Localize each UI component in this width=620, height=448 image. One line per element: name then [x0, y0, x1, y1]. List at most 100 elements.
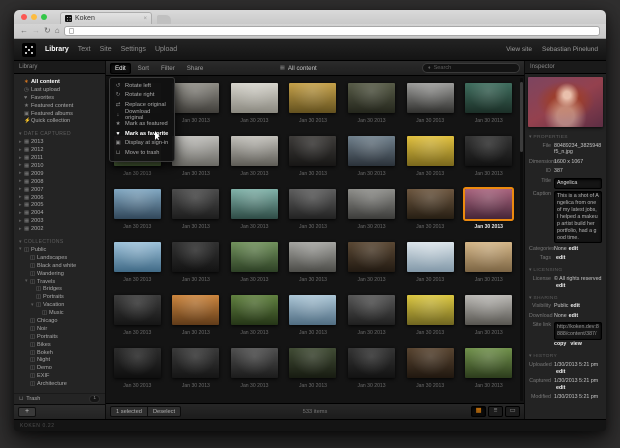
search-input[interactable]: ♦ Search	[422, 63, 520, 73]
photo-thumbnail[interactable]	[348, 295, 395, 325]
sidebar-item-portraits[interactable]: ◫Portraits	[14, 333, 105, 341]
photo-cell[interactable]: Jan 30 2013	[459, 129, 518, 182]
photo-cell[interactable]: Jan 30 2013	[108, 182, 167, 235]
sidebar-item-architecture[interactable]: ◫Architecture	[14, 380, 105, 388]
sidebar-item-2011[interactable]: ▸▦2011	[14, 154, 105, 162]
photo-cell[interactable]: Jan 30 2013	[401, 182, 460, 235]
photo-thumbnail[interactable]	[348, 136, 395, 166]
photo-cell[interactable]: Jan 30 2013	[401, 235, 460, 288]
sidebar-item-bikes[interactable]: ◫Bikes	[14, 341, 105, 349]
sidebar-item-public[interactable]: ▾◫Public	[14, 246, 105, 254]
site-link-value[interactable]: http://koken.dev:8888/content/387/	[554, 322, 602, 340]
photo-thumbnail[interactable]	[289, 189, 336, 219]
photo-cell[interactable]: Jan 30 2013	[459, 182, 518, 235]
share-button[interactable]: Share	[182, 63, 209, 74]
inspector-section-sharing[interactable]: ▾ SHARING	[529, 295, 602, 301]
edit-button[interactable]: Edit	[110, 63, 131, 74]
sidebar-item-featured-albums[interactable]: ▣Featured albums	[14, 110, 105, 118]
photo-thumbnail[interactable]	[407, 83, 454, 113]
nav-item-upload[interactable]: Upload	[155, 46, 177, 53]
menu-item-mark-as-favorite[interactable]: ♥Mark as favorite	[110, 129, 174, 139]
photo-cell[interactable]: Jan 30 2013	[459, 341, 518, 394]
photo-thumbnail[interactable]	[114, 242, 161, 272]
sidebar-item-demo[interactable]: ◫Demo	[14, 364, 105, 372]
photo-thumbnail[interactable]	[465, 136, 512, 166]
photo-cell[interactable]: Jan 30 2013	[167, 129, 226, 182]
caption-textarea[interactable]: This is a shot of Angelica from one of m…	[554, 191, 602, 243]
sidebar-item-vacation[interactable]: ▾◫Vacation	[14, 301, 105, 309]
grid-view-icon[interactable]: ▦	[471, 406, 486, 417]
photo-cell[interactable]: Jan 30 2013	[401, 129, 460, 182]
sidebar-item-exif[interactable]: ◫EXIF	[14, 372, 105, 380]
photo-cell[interactable]: Jan 30 2013	[167, 235, 226, 288]
inspector-section-licensing[interactable]: ▾ LICENSING	[529, 267, 602, 273]
sidebar-item-bridges[interactable]: ◫Bridges	[14, 285, 105, 293]
photo-cell[interactable]: Jan 30 2013	[225, 235, 284, 288]
inspector-section-properties[interactable]: ▾ PROPERTIES	[529, 134, 602, 140]
photo-cell[interactable]: Jan 30 2013	[225, 76, 284, 129]
photo-cell[interactable]: Jan 30 2013	[108, 288, 167, 341]
home-icon[interactable]: ⌂	[55, 27, 60, 35]
photo-cell[interactable]: Jan 30 2013	[401, 341, 460, 394]
photo-thumbnail[interactable]	[465, 348, 512, 378]
photo-thumbnail[interactable]	[289, 242, 336, 272]
browser-tab[interactable]: Koken ×	[60, 12, 152, 24]
sidebar-item-landscapes[interactable]: ◫Landscapes	[14, 254, 105, 262]
filter-button[interactable]: Filter	[156, 63, 180, 74]
sort-button[interactable]: Sort	[133, 63, 154, 74]
title-input[interactable]: Angelica	[554, 178, 602, 189]
zoom-window-button[interactable]	[41, 14, 47, 20]
photo-cell[interactable]: Jan 30 2013	[284, 76, 343, 129]
sidebar-item-2007[interactable]: ▸▦2007	[14, 186, 105, 194]
photo-thumbnail[interactable]	[348, 348, 395, 378]
photo-cell[interactable]: Jan 30 2013	[342, 288, 401, 341]
selected-count-button[interactable]: 1 selected	[110, 406, 148, 417]
single-view-icon[interactable]: ▭	[505, 406, 520, 417]
photo-cell[interactable]: Jan 30 2013	[284, 288, 343, 341]
nav-item-text[interactable]: Text	[78, 46, 91, 53]
sidebar-item-2003[interactable]: ▸▦2003	[14, 217, 105, 225]
photo-cell[interactable]: Jan 30 2013	[284, 341, 343, 394]
photo-thumbnail[interactable]	[407, 295, 454, 325]
photo-cell[interactable]: Jan 30 2013	[225, 288, 284, 341]
sidebar-item-all-content[interactable]: ∗All content	[14, 78, 105, 86]
sidebar-item-2013[interactable]: ▸▦2013	[14, 138, 105, 146]
sidebar-item-2006[interactable]: ▸▦2006	[14, 194, 105, 202]
deselect-button[interactable]: Deselect	[148, 406, 181, 417]
menu-item-move-to-trash[interactable]: ⊔Move to trash	[110, 148, 174, 158]
photo-thumbnail[interactable]	[289, 295, 336, 325]
photo-cell[interactable]: Jan 30 2013	[225, 129, 284, 182]
photo-thumbnail[interactable]	[231, 83, 278, 113]
photo-thumbnail[interactable]	[348, 83, 395, 113]
close-window-button[interactable]	[21, 14, 27, 20]
sidebar-item-black-and-white[interactable]: ◫Black and white	[14, 262, 105, 270]
photo-thumbnail[interactable]	[465, 83, 512, 113]
photo-cell[interactable]: Jan 30 2013	[401, 76, 460, 129]
nav-item-site[interactable]: Site	[100, 46, 112, 53]
photo-cell[interactable]: Jan 30 2013	[342, 341, 401, 394]
photo-thumbnail[interactable]	[289, 348, 336, 378]
photo-cell[interactable]: Jan 30 2013	[108, 235, 167, 288]
photo-thumbnail[interactable]	[114, 295, 161, 325]
photo-cell[interactable]: Jan 30 2013	[167, 288, 226, 341]
photo-thumbnail[interactable]	[172, 242, 219, 272]
photo-thumbnail[interactable]	[114, 348, 161, 378]
photo-cell[interactable]: Jan 30 2013	[225, 341, 284, 394]
photo-thumbnail[interactable]	[407, 242, 454, 272]
sidebar-item-travels[interactable]: ▾◫Travels	[14, 278, 105, 286]
photo-thumbnail[interactable]	[172, 136, 219, 166]
photo-thumbnail[interactable]	[465, 295, 512, 325]
photo-thumbnail[interactable]	[114, 189, 161, 219]
menu-item-rotate-right[interactable]: ↻Rotate right	[110, 91, 174, 101]
menu-item-display-at-sign-in[interactable]: ▣Display at sign-in	[110, 139, 174, 149]
photo-thumbnail[interactable]	[172, 295, 219, 325]
koken-logo-icon[interactable]	[22, 43, 36, 57]
sidebar-item-bokeh[interactable]: ◫Bokeh	[14, 349, 105, 357]
back-icon[interactable]: ←	[20, 27, 28, 35]
photo-thumbnail[interactable]	[465, 242, 512, 272]
edit-link[interactable]: edit	[570, 303, 579, 309]
edit-link[interactable]: edit	[556, 369, 565, 375]
photo-cell[interactable]: Jan 30 2013	[342, 182, 401, 235]
user-menu[interactable]: Sebastian Pinelund	[542, 46, 598, 53]
edit-link[interactable]: edit	[556, 385, 565, 391]
